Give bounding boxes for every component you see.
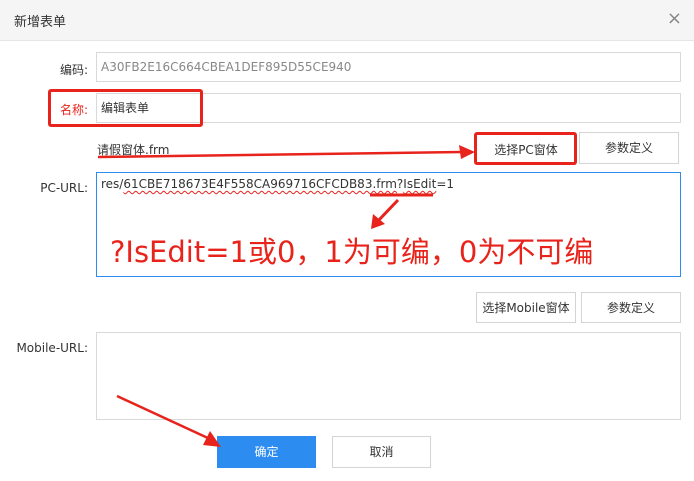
select-mobile-form-button[interactable]: 选择Mobile窗体 — [476, 292, 576, 323]
mobile-url-textarea[interactable] — [96, 332, 681, 420]
pc-url-label: PC-URL: — [40, 181, 88, 195]
annotation-text: ?IsEdit=1或0，1为可编，0为不可编 — [110, 235, 594, 269]
select-pc-highlight-box — [474, 132, 577, 165]
pc-url-param: IsEdit — [403, 177, 437, 191]
pc-param-definition-button[interactable]: 参数定义 — [579, 132, 679, 164]
pc-url-file: 61CBE718673E4F558CA969716CFCDB83.frm — [123, 177, 397, 191]
confirm-button[interactable]: 确定 — [217, 436, 316, 468]
mobile-param-definition-button[interactable]: 参数定义 — [581, 292, 681, 323]
pc-url-prefix: res/ — [101, 177, 124, 191]
close-icon[interactable]: × — [667, 9, 682, 29]
code-field[interactable]: A30FB2E16C664CBEA1DEF895D55CE940 — [96, 52, 681, 82]
pc-form-name: 请假窗体.frm — [97, 143, 170, 157]
pc-url-suffix: =1 — [436, 177, 455, 191]
arrowhead-select-pc — [459, 145, 475, 159]
dialog-title: 新增表单 — [14, 15, 67, 30]
dialog-titlebar: 新增表单 × — [0, 0, 694, 41]
code-label: 编码: — [59, 63, 88, 77]
cancel-button[interactable]: 取消 — [332, 436, 431, 468]
name-highlight-box — [48, 89, 203, 127]
mobile-url-label: Mobile-URL: — [16, 341, 88, 355]
